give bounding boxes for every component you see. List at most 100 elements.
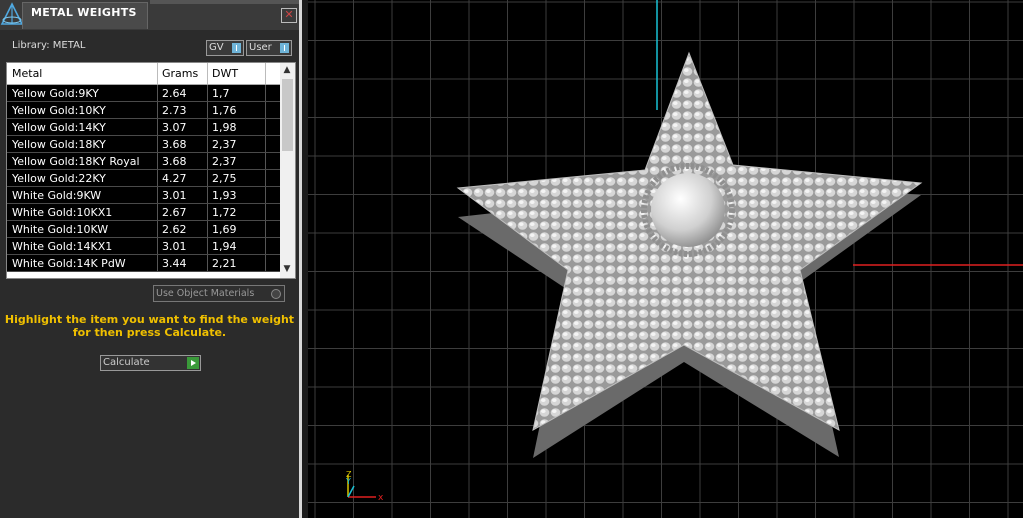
metal-name-cell: Yellow Gold:9KY	[12, 87, 99, 100]
cell-divider	[265, 238, 266, 254]
dwt-cell: 1,94	[212, 240, 237, 253]
scroll-down-icon[interactable]: ▼	[282, 264, 292, 276]
user-toggle-label: User	[249, 42, 272, 53]
metal-weights-panel: METAL WEIGHTS ✕ Library: METAL GV User M…	[0, 0, 299, 518]
metal-name-cell: Yellow Gold:10KY	[12, 104, 106, 117]
dwt-cell: 1,7	[212, 87, 230, 100]
column-divider[interactable]	[207, 63, 208, 84]
metal-name-cell: White Gold:14K PdW	[12, 257, 126, 270]
cell-divider	[157, 255, 158, 271]
cell-divider	[207, 187, 208, 203]
play-arrow-icon[interactable]	[187, 357, 199, 369]
cell-divider	[157, 119, 158, 135]
dwt-cell: 2,21	[212, 257, 237, 270]
cell-divider	[265, 85, 266, 101]
axis-gizmo: Z Y x	[345, 470, 384, 503]
column-divider[interactable]	[157, 63, 158, 84]
cell-divider	[157, 204, 158, 220]
table-row[interactable]: Yellow Gold:18KY Royal 3.68 2,37	[7, 153, 280, 170]
metal-name-cell: White Gold:10KW	[12, 223, 109, 236]
3d-viewport[interactable]: Z Y x	[308, 0, 1023, 518]
metal-table: Metal Grams DWT Yellow Gold:9KY 2.64 1,7 Ye…	[6, 62, 296, 279]
grams-cell: 3.07	[162, 121, 187, 134]
table-row[interactable]: White Gold:10KX1 2.67 1,72	[7, 204, 280, 221]
cell-divider	[207, 238, 208, 254]
cell-divider	[207, 255, 208, 271]
table-row[interactable]: Yellow Gold:10KY 2.73 1,76	[7, 102, 280, 119]
metal-name-cell: Yellow Gold:18KY Royal	[12, 155, 140, 168]
cell-divider	[207, 136, 208, 152]
table-row[interactable]: Yellow Gold:9KY 2.64 1,7	[7, 85, 280, 102]
grams-cell: 3.68	[162, 138, 187, 151]
close-icon[interactable]: ✕	[281, 8, 297, 23]
cell-divider	[265, 255, 266, 271]
grams-cell: 2.62	[162, 223, 187, 236]
calculate-button[interactable]: Calculate	[100, 355, 201, 371]
metal-name-cell: Yellow Gold:14KY	[12, 121, 106, 134]
scroll-up-icon[interactable]: ▲	[282, 65, 292, 77]
column-header-grams[interactable]: Grams	[162, 67, 198, 80]
scrollbar-thumb[interactable]	[282, 79, 293, 151]
metal-name-cell: White Gold:10KX1	[12, 206, 113, 219]
grams-cell: 2.67	[162, 206, 187, 219]
toggle-switch-icon	[280, 43, 289, 53]
library-label: Library: METAL	[12, 40, 86, 51]
radio-icon[interactable]	[271, 289, 281, 299]
cell-divider	[157, 187, 158, 203]
instruction-line-2: for then press Calculate.	[72, 326, 227, 339]
dwt-cell: 1,98	[212, 121, 237, 134]
metal-name-cell: Yellow Gold:18KY	[12, 138, 106, 151]
dwt-cell: 1,93	[212, 189, 237, 202]
use-object-materials-option[interactable]: Use Object Materials	[153, 285, 285, 302]
instruction-line-1: Highlight the item you want to find the …	[4, 313, 295, 326]
table-row[interactable]: Yellow Gold:14KY 3.07 1,98	[7, 119, 280, 136]
cell-divider	[157, 136, 158, 152]
title-tab[interactable]: METAL WEIGHTS	[22, 2, 148, 29]
cell-divider	[157, 170, 158, 186]
table-row[interactable]: White Gold:14K PdW 3.44 2,21	[7, 255, 280, 272]
cell-divider	[157, 221, 158, 237]
cell-divider	[207, 85, 208, 101]
dwt-cell: 1,76	[212, 104, 237, 117]
window-title: METAL WEIGHTS	[31, 6, 137, 19]
instruction-text: Highlight the item you want to find the …	[0, 313, 299, 339]
star-model[interactable]	[456, 51, 923, 458]
cell-divider	[207, 102, 208, 118]
toggle-switch-icon	[232, 43, 241, 53]
cell-divider	[265, 153, 266, 169]
table-row[interactable]: White Gold:14KX1 3.01 1,94	[7, 238, 280, 255]
dwt-cell: 1,69	[212, 223, 237, 236]
dwt-cell: 2,37	[212, 138, 237, 151]
table-row[interactable]: Yellow Gold:18KY 3.68 2,37	[7, 136, 280, 153]
cell-divider	[157, 85, 158, 101]
table-scrollbar[interactable]: ▲ ▼	[280, 63, 295, 278]
cell-divider	[265, 119, 266, 135]
table-row[interactable]: White Gold:10KW 2.62 1,69	[7, 221, 280, 238]
cell-divider	[207, 119, 208, 135]
gv-toggle[interactable]: GV	[206, 40, 244, 56]
cell-divider	[157, 238, 158, 254]
column-header-dwt[interactable]: DWT	[212, 67, 238, 80]
metal-name-cell: Yellow Gold:22KY	[12, 172, 106, 185]
grams-cell: 3.44	[162, 257, 187, 270]
grams-cell: 3.01	[162, 240, 187, 253]
gv-toggle-label: GV	[209, 42, 224, 53]
titlebar-strip	[150, 0, 299, 4]
grams-cell: 2.64	[162, 87, 187, 100]
titlebar: METAL WEIGHTS ✕	[0, 0, 299, 30]
cell-divider	[157, 102, 158, 118]
table-row[interactable]: White Gold:9KW 3.01 1,93	[7, 187, 280, 204]
grams-cell: 4.27	[162, 172, 187, 185]
column-header-metal[interactable]: Metal	[12, 67, 42, 80]
cell-divider	[207, 221, 208, 237]
table-row[interactable]: Yellow Gold:22KY 4.27 2,75	[7, 170, 280, 187]
cell-divider	[265, 221, 266, 237]
cell-divider	[265, 102, 266, 118]
viewport-canvas[interactable]: Z Y x	[308, 0, 1023, 518]
grams-cell: 3.68	[162, 155, 187, 168]
user-toggle[interactable]: User	[246, 40, 292, 56]
column-divider[interactable]	[265, 63, 266, 84]
gizmo-x-label: x	[378, 493, 384, 503]
cell-divider	[207, 204, 208, 220]
dwt-cell: 1,72	[212, 206, 237, 219]
